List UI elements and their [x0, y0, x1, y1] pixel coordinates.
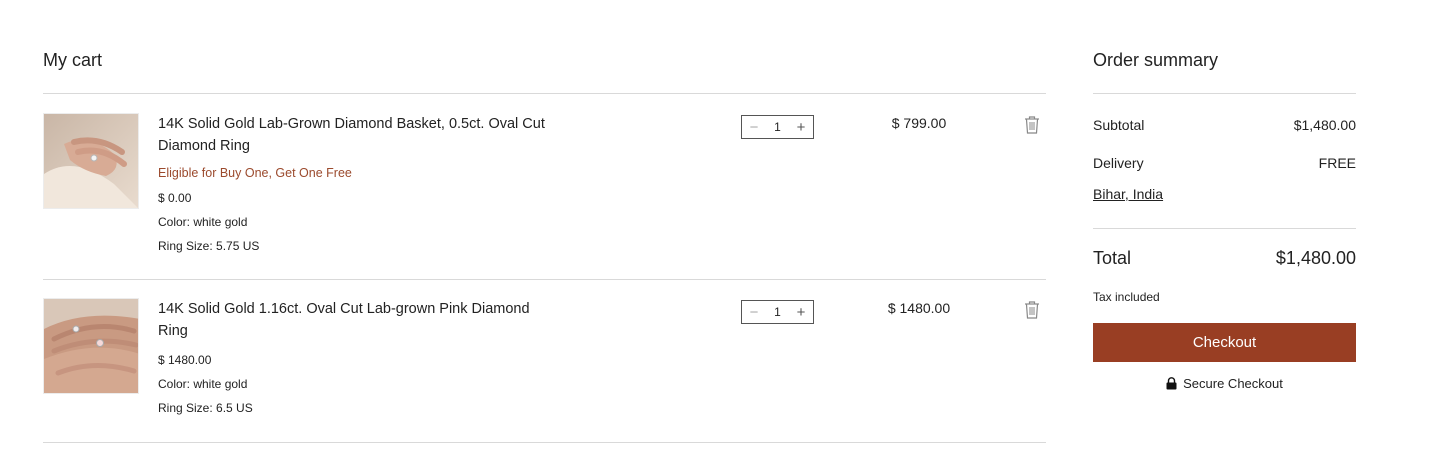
item-name[interactable]: 14K Solid Gold Lab-Grown Diamond Basket,… [158, 113, 558, 157]
item-price: $ 799.00 [891, 115, 947, 131]
delivery-value: FREE [1318, 155, 1356, 171]
item-ring-size: Ring Size: 5.75 US [158, 239, 260, 253]
summary-divider [1093, 228, 1356, 229]
item-name[interactable]: 14K Solid Gold 1.16ct. Oval Cut Lab-grow… [158, 298, 558, 342]
cart-title: My cart [43, 50, 103, 70]
total-row: Total $1,480.00 [1093, 248, 1356, 269]
product-thumbnail[interactable] [43, 113, 139, 209]
delivery-label: Delivery [1093, 155, 1144, 171]
item-divider [43, 279, 1046, 280]
tax-note: Tax included [1093, 290, 1160, 304]
item-details: 14K Solid Gold Lab-Grown Diamond Basket,… [158, 113, 558, 255]
promo-text: Eligible for Buy One, Get One Free [158, 166, 352, 180]
summary-title: Order summary [1093, 50, 1219, 70]
item-divider [43, 442, 1046, 443]
quantity-stepper: − 1 + [741, 300, 814, 324]
quantity-value[interactable]: 1 [766, 120, 789, 134]
decrease-quantity-button[interactable]: − [742, 301, 766, 323]
subtotal-label: Subtotal [1093, 117, 1145, 133]
item-ring-size: Ring Size: 6.5 US [158, 401, 253, 415]
subtotal-value: $1,480.00 [1293, 117, 1356, 133]
cart-page: My cart 14K Solid Gold Lab-Grown Diamond… [0, 0, 1445, 473]
quantity-stepper: − 1 + [741, 115, 814, 139]
secure-checkout-label: Secure Checkout [1183, 376, 1283, 391]
item-unit-price: $ 1480.00 [158, 353, 212, 367]
quantity-value[interactable]: 1 [766, 305, 789, 319]
subtotal-row: Subtotal $1,480.00 [1093, 117, 1356, 133]
delivery-location-link[interactable]: Bihar, India [1093, 186, 1163, 202]
trash-icon[interactable] [1023, 300, 1041, 320]
summary-divider [1093, 93, 1356, 94]
trash-icon[interactable] [1023, 115, 1041, 135]
item-unit-price: $ 0.00 [158, 191, 192, 205]
item-details: 14K Solid Gold 1.16ct. Oval Cut Lab-grow… [158, 298, 558, 417]
cart-header-divider [43, 93, 1046, 94]
total-label: Total [1093, 248, 1132, 268]
increase-quantity-button[interactable]: + [789, 116, 813, 138]
lock-icon [1166, 377, 1177, 390]
increase-quantity-button[interactable]: + [789, 301, 813, 323]
ring-hand-photo [44, 114, 138, 208]
secure-checkout: Secure Checkout [1093, 376, 1356, 391]
item-color: Color: white gold [158, 377, 248, 391]
ring-hands-photo [44, 299, 138, 393]
checkout-button[interactable]: Checkout [1093, 323, 1356, 362]
item-color: Color: white gold [158, 215, 248, 229]
product-thumbnail[interactable] [43, 298, 139, 394]
total-value: $1,480.00 [1275, 248, 1356, 268]
delivery-row: Delivery FREE [1093, 155, 1356, 171]
item-price: $ 1480.00 [887, 300, 951, 316]
decrease-quantity-button[interactable]: − [742, 116, 766, 138]
